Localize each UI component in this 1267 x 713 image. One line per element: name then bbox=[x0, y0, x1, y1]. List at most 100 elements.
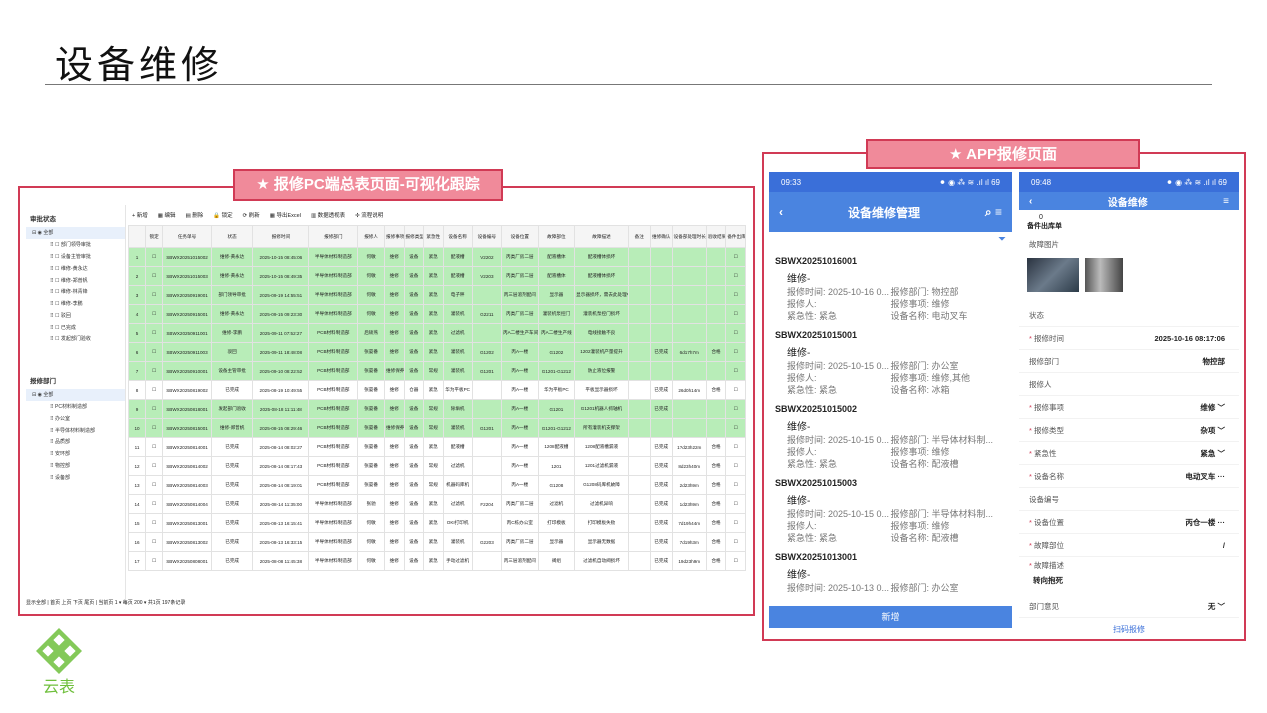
table-row[interactable]: 5 ☐ SBWX20250911001 维修-李鹏 2025-09-11 07:52:2… bbox=[127, 323, 746, 343]
field-value[interactable]: 电动叉车 ··· bbox=[1185, 471, 1225, 482]
opinion-value[interactable]: 无 ﹀ bbox=[1208, 601, 1225, 612]
status-item[interactable]: ⠿ ☐ 维修-林青锋 bbox=[26, 286, 125, 298]
table-row[interactable]: 14 ☐ SBWX20250814004 已完成 2025-08-14 11:35:00… bbox=[127, 494, 746, 514]
column-header[interactable] bbox=[127, 225, 147, 248]
status-item[interactable]: ⠿ ☐ 部门领导审批 bbox=[26, 239, 125, 251]
fault-image[interactable] bbox=[1085, 258, 1123, 292]
row-checkbox[interactable]: ☐ bbox=[145, 399, 164, 419]
table-row[interactable]: 9 ☐ SBWX20250818001 发起部门验收 2025-08-18 11:11:… bbox=[127, 399, 746, 419]
form-row[interactable]: 设备名称 电动叉车 ··· bbox=[1019, 465, 1239, 488]
add-button[interactable]: 新增 bbox=[769, 606, 1012, 628]
table-row[interactable]: 8 ☐ SBWX20250819002 已完成 2025-08-19 10:49:55 P… bbox=[127, 380, 746, 400]
column-header[interactable]: 设备名称 bbox=[442, 225, 473, 248]
table-row[interactable]: 2 ☐ SBWX20251015003 维修-黄永达 2025-10-15 08:49:… bbox=[127, 266, 746, 286]
status-item[interactable]: ⠿ ☐ 维修-李鹏 bbox=[26, 298, 125, 310]
pager[interactable]: 显示全部 | 首页 上页 下页 尾页 | 当前页 1 ▾ 每页 200 ▾ 共1… bbox=[26, 599, 185, 606]
field-value[interactable]: 杂项 ﹀ bbox=[1200, 425, 1225, 436]
record-card[interactable]: 维修- 报修时间: 2025-10-15 0... 报修部门: 半导体材料制... 报… bbox=[769, 420, 1012, 472]
row-checkbox[interactable]: ☐ bbox=[145, 304, 164, 324]
column-header[interactable]: 设备编号 bbox=[471, 225, 503, 248]
column-header[interactable]: 报修类型 bbox=[403, 225, 424, 248]
table-row[interactable]: 10 ☐ SBWX20250815001 维修-郑普帆 2025-08-15 08:29… bbox=[127, 418, 746, 438]
row-checkbox[interactable]: ☐ bbox=[145, 380, 164, 400]
flow-help-button[interactable]: ✢ 流程说明 bbox=[355, 211, 383, 219]
row-checkbox[interactable]: ☐ bbox=[145, 418, 164, 438]
row-checkbox[interactable]: ☐ bbox=[145, 532, 164, 552]
edit-button[interactable]: ▦ 编辑 bbox=[158, 211, 176, 219]
record-code[interactable]: SBWX20251016001 bbox=[769, 250, 1012, 272]
add-button[interactable]: + 新增 bbox=[132, 211, 148, 219]
table-row[interactable]: 12 ☐ SBWX20250814002 已完成 2025-08-14 08:17:43… bbox=[127, 456, 746, 476]
dept-item[interactable]: ⠿ PC材料制造部 bbox=[26, 401, 125, 413]
row-checkbox[interactable]: ☐ bbox=[145, 342, 164, 362]
column-header[interactable]: 维修确认 bbox=[649, 225, 673, 248]
status-item[interactable]: ⊟ ◉ 全部 bbox=[26, 227, 125, 239]
field-value[interactable]: 紧急 ﹀ bbox=[1200, 448, 1225, 459]
table-row[interactable]: 17 ☐ SBWX20250808001 已完成 2025-08-08 11:45:38… bbox=[127, 551, 746, 571]
form-row[interactable]: 紧急性 紧急 ﹀ bbox=[1019, 442, 1239, 465]
row-checkbox[interactable]: ☐ bbox=[145, 475, 164, 495]
record-code[interactable]: SBWX20251015002 bbox=[769, 398, 1012, 420]
dept-item[interactable]: ⠿ 安环部 bbox=[26, 448, 125, 460]
export-excel-button[interactable]: ▦ 导出Excel bbox=[270, 211, 301, 219]
table-cell[interactable]: ☐ bbox=[725, 342, 746, 362]
dept-item[interactable]: ⠿ 设备部 bbox=[26, 471, 125, 483]
column-header[interactable]: 故障部位 bbox=[537, 225, 576, 248]
column-header[interactable]: 备件出库 bbox=[725, 225, 746, 248]
menu-icon[interactable]: ≡ bbox=[1223, 196, 1229, 207]
table-cell[interactable]: ☐ bbox=[725, 494, 746, 514]
table-cell[interactable]: ☐ bbox=[725, 551, 746, 571]
table-row[interactable]: 7 ☐ SBWX20250910001 设备主管审批 2025-09-10 08:22:… bbox=[127, 361, 746, 381]
table-row[interactable]: 16 ☐ SBWX20250813002 已完成 2025-08-13 16:33:15… bbox=[127, 532, 746, 552]
row-checkbox[interactable]: ☐ bbox=[145, 551, 164, 571]
table-cell[interactable]: ☐ bbox=[725, 399, 746, 419]
field-value[interactable]: / bbox=[1223, 541, 1225, 550]
column-header[interactable]: 设备部处理时长 bbox=[671, 225, 707, 248]
table-cell[interactable]: ☐ bbox=[725, 418, 746, 438]
table-cell[interactable]: ☐ bbox=[725, 285, 746, 305]
status-item[interactable]: ⠿ ☐ 驳回 bbox=[26, 309, 125, 321]
column-header[interactable]: 锁定 bbox=[145, 225, 164, 248]
row-checkbox[interactable]: ☐ bbox=[145, 513, 164, 533]
table-cell[interactable]: ☐ bbox=[725, 247, 746, 267]
table-cell[interactable]: ☐ bbox=[725, 266, 746, 286]
status-item[interactable]: ⠿ ☐ 发起部门验收 bbox=[26, 333, 125, 345]
record-card[interactable]: 维修- 报修时间: 2025-10-16 0... 报修部门: 物控部 报修人: 报修事… bbox=[769, 272, 1012, 324]
column-header[interactable]: 报修部门 bbox=[308, 225, 359, 248]
row-checkbox[interactable]: ☐ bbox=[145, 494, 164, 514]
column-header[interactable]: 报修事项 bbox=[384, 225, 405, 248]
dept-item[interactable]: ⊟ ◉ 全部 bbox=[26, 388, 125, 401]
column-header[interactable]: 报修人 bbox=[357, 225, 385, 248]
table-cell[interactable]: ☐ bbox=[725, 437, 746, 457]
status-item[interactable]: ⠿ ☐ 维修-郑普帆 bbox=[26, 274, 125, 286]
table-row[interactable]: 13 ☐ SBWX20250814003 已完成 2025-08-14 08:19:01… bbox=[127, 475, 746, 495]
form-row[interactable]: 故障部位 / bbox=[1019, 534, 1239, 557]
column-header[interactable]: 报修时间 bbox=[252, 225, 310, 248]
table-row[interactable]: 15 ☐ SBWX20250813001 已完成 2025-08-13 16:15:41… bbox=[127, 513, 746, 533]
form-row[interactable]: 设备位置 丙仓一楼 ··· bbox=[1019, 511, 1239, 534]
field-value[interactable]: 丙仓一楼 ··· bbox=[1185, 517, 1225, 528]
status-item[interactable]: ⠿ ☐ 维修-黄永达 bbox=[26, 262, 125, 274]
scan-button[interactable]: 扫码报修 bbox=[1019, 618, 1239, 634]
column-header[interactable]: 紧急性 bbox=[423, 225, 444, 248]
lock-button[interactable]: 🔒 锁定 bbox=[213, 211, 232, 219]
dept-item[interactable]: ⠿ 半导体材料制造部 bbox=[26, 424, 125, 436]
column-header[interactable]: 验收结果 bbox=[705, 225, 727, 248]
back-icon[interactable]: ‹ bbox=[1029, 196, 1032, 207]
dept-item[interactable]: ⠿ 物控部 bbox=[26, 460, 125, 472]
field-value[interactable]: 维修 ﹀ bbox=[1200, 402, 1225, 413]
desc-value[interactable]: 转向抱死 bbox=[1019, 573, 1239, 595]
row-checkbox[interactable]: ☐ bbox=[145, 247, 164, 267]
record-code[interactable]: SBWX20251013001 bbox=[769, 546, 1012, 568]
field-value[interactable]: 2025-10-16 08:17:06 bbox=[1155, 334, 1225, 343]
form-row[interactable]: 状态 bbox=[1019, 304, 1239, 327]
column-header[interactable]: 故障描述 bbox=[574, 225, 629, 248]
filter-icon[interactable]: ⏷ bbox=[998, 234, 1006, 245]
row-checkbox[interactable]: ☐ bbox=[145, 266, 164, 286]
record-card[interactable]: 维修- 报修时间: 2025-10-13 0... 报修部门: 办公室 bbox=[769, 568, 1012, 596]
pivot-button[interactable]: ▥ 数据透视表 bbox=[311, 211, 345, 219]
field-value[interactable]: 物控部 bbox=[1203, 356, 1226, 367]
status-item[interactable]: ⠿ ☐ 已完成 bbox=[26, 321, 125, 333]
row-checkbox[interactable]: ☐ bbox=[145, 323, 164, 343]
table-row[interactable]: 3 ☐ SBWX20250919001 部门领导审批 2025-09-19 14:55:… bbox=[127, 285, 746, 305]
